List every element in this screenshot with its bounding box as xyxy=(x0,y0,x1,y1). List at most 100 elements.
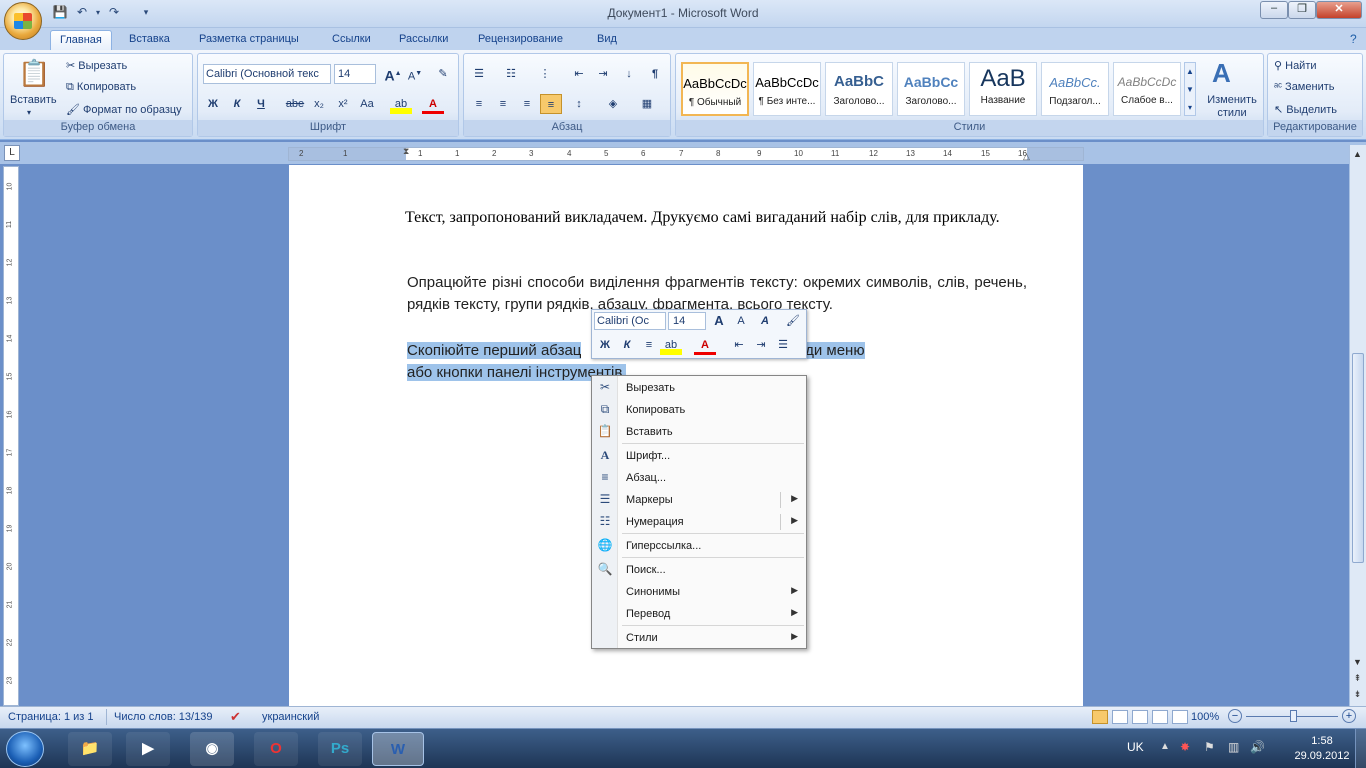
explorer-icon[interactable]: 📁 xyxy=(68,732,112,766)
decrease-indent-icon[interactable]: ⇤ xyxy=(568,64,590,84)
language-indicator[interactable]: украинский xyxy=(262,711,319,723)
mini-increase-indent-icon[interactable]: ⇥ xyxy=(750,335,772,355)
paste-button[interactable]: Вставить xyxy=(10,94,57,106)
font-name-select[interactable]: Calibri (Основной текс xyxy=(203,64,331,84)
mini-shrink-font-icon[interactable]: A xyxy=(730,311,752,331)
mini-decrease-indent-icon[interactable]: ⇤ xyxy=(728,335,750,355)
find-button[interactable]: ⚲ Найти xyxy=(1274,59,1317,72)
start-button[interactable] xyxy=(6,731,44,767)
style-normal[interactable]: AaBbCcDc ¶ Обычный xyxy=(681,62,749,116)
mini-styles-icon[interactable]: A xyxy=(754,311,776,331)
tab-home[interactable]: Главная xyxy=(50,30,112,50)
network-icon[interactable]: ▥ xyxy=(1228,740,1239,754)
change-case-button[interactable]: Aa xyxy=(356,94,378,114)
volume-icon[interactable]: 🔊 xyxy=(1250,740,1265,754)
scroll-down-icon[interactable]: ▼ xyxy=(1351,657,1364,667)
styles-scroll[interactable]: ▲ ▼ ▾ xyxy=(1184,62,1196,116)
proofing-icon[interactable]: ✔ xyxy=(230,709,241,725)
mini-format-painter-icon[interactable]: 🖌 xyxy=(782,311,804,331)
style-title[interactable]: AaB Название xyxy=(969,62,1037,116)
format-painter-button[interactable]: 🖌 Формат по образцу xyxy=(66,103,182,116)
word-taskbar-icon[interactable]: W xyxy=(372,732,424,766)
copy-button[interactable]: ⧉ Копировать xyxy=(66,81,136,94)
vertical-ruler[interactable]: 10 11 12 13 14 15 16 17 18 19 20 21 22 23 xyxy=(3,166,19,706)
maximize-button[interactable]: ❐ xyxy=(1288,1,1316,19)
mini-bold-button[interactable]: Ж xyxy=(594,335,616,355)
multilevel-list-icon[interactable]: ⋮ xyxy=(534,64,556,84)
paragraph-1[interactable]: Текст, запропонований викладачем. Друкує… xyxy=(383,205,1023,231)
zoom-slider-thumb[interactable] xyxy=(1290,710,1297,722)
web-layout-view-icon[interactable] xyxy=(1132,710,1148,724)
change-styles-button[interactable]: Изменить стили xyxy=(1204,94,1260,120)
style-heading-1[interactable]: AaBbC Заголово... xyxy=(825,62,893,116)
undo-icon[interactable]: ↶ xyxy=(74,5,90,21)
borders-icon[interactable]: ▦ xyxy=(636,94,658,114)
zoom-out-icon[interactable]: − xyxy=(1228,709,1242,723)
word-count[interactable]: Число слов: 13/139 xyxy=(114,711,212,723)
italic-button[interactable]: К xyxy=(226,94,248,114)
bullets-icon[interactable]: ☰ xyxy=(468,64,490,84)
align-left-icon[interactable]: ≡ xyxy=(468,94,490,114)
photoshop-icon[interactable]: Ps xyxy=(318,732,362,766)
change-styles-icon[interactable]: A xyxy=(1212,58,1231,89)
clear-format-icon[interactable]: ✎ xyxy=(432,64,454,84)
mini-font-color-icon[interactable]: A xyxy=(694,335,716,355)
redo-icon[interactable]: ↷ xyxy=(106,5,122,21)
mini-font-size-select[interactable]: 14 xyxy=(668,312,706,330)
tray-flag-icon[interactable]: ⚑ xyxy=(1204,740,1215,754)
paste-dropdown-icon[interactable]: ▾ xyxy=(27,108,31,117)
menu-item-hyperlink[interactable]: 🌐 Гиперссылка... xyxy=(592,535,806,557)
mini-bullets-icon[interactable]: ☰ xyxy=(772,335,794,355)
tab-review[interactable]: Рецензирование xyxy=(469,30,572,50)
opera-icon[interactable]: O xyxy=(254,732,298,766)
cut-button[interactable]: ✂ Вырезать xyxy=(66,59,127,72)
numbering-icon[interactable]: ☷ xyxy=(500,64,522,84)
chrome-icon[interactable]: ◉ xyxy=(190,732,234,766)
shrink-font-button[interactable]: A▼ xyxy=(404,64,426,84)
print-layout-view-icon[interactable] xyxy=(1092,710,1108,724)
show-hidden-icons-icon[interactable]: ▲ xyxy=(1160,741,1170,752)
style-heading-2[interactable]: AaBbCc Заголово... xyxy=(897,62,965,116)
help-icon[interactable]: ? xyxy=(1350,32,1357,46)
highlight-icon[interactable]: ab xyxy=(390,94,412,114)
line-spacing-icon[interactable]: ↕ xyxy=(568,94,590,114)
tab-view[interactable]: Вид xyxy=(588,30,626,50)
menu-item-copy[interactable]: ⧉ Копировать xyxy=(592,399,806,421)
clock-time[interactable]: 1:58 xyxy=(1298,735,1346,747)
clock-date[interactable]: 29.09.2012 xyxy=(1290,750,1354,762)
menu-item-styles[interactable]: Стили ▶ xyxy=(592,627,806,649)
page-count[interactable]: Страница: 1 из 1 xyxy=(8,711,94,723)
mini-center-icon[interactable]: ≡ xyxy=(638,335,660,355)
font-size-select[interactable]: 14 xyxy=(334,64,376,84)
tab-references[interactable]: Ссылки xyxy=(323,30,380,50)
next-page-icon[interactable]: ⇟ xyxy=(1351,689,1364,700)
customize-qat-icon[interactable]: ▾ xyxy=(138,7,154,23)
style-subtitle[interactable]: AaBbCc. Подзагол... xyxy=(1041,62,1109,116)
style-subtle-emphasis[interactable]: AaBbCcDc Слабое в... xyxy=(1113,62,1181,116)
office-button[interactable] xyxy=(4,2,42,40)
right-indent-marker-icon[interactable]: △ xyxy=(1023,151,1030,162)
horizontal-ruler[interactable]: 2 1 1 1 2 3 4 5 6 7 8 9 10 11 12 13 14 1… xyxy=(288,146,1084,162)
vertical-scrollbar[interactable]: ▲ ▼ ⇞ ⇟ xyxy=(1349,145,1366,706)
zoom-in-icon[interactable]: + xyxy=(1342,709,1356,723)
style-no-spacing[interactable]: AaBbCcDc ¶ Без инте... xyxy=(753,62,821,116)
prev-page-icon[interactable]: ⇞ xyxy=(1351,673,1364,684)
mini-grow-font-icon[interactable]: A xyxy=(708,311,730,331)
menu-item-paste[interactable]: 📋 Вставить xyxy=(592,421,806,443)
menu-item-synonyms[interactable]: Синонимы ▶ xyxy=(592,581,806,603)
justify-icon[interactable]: ≡ xyxy=(540,94,562,114)
subscript-button[interactable]: x₂ xyxy=(308,94,330,114)
show-desktop-button[interactable] xyxy=(1355,729,1366,768)
menu-item-translate[interactable]: Перевод ▶ xyxy=(592,603,806,625)
underline-button[interactable]: Ч xyxy=(250,94,272,114)
align-right-icon[interactable]: ≡ xyxy=(516,94,538,114)
font-color-icon[interactable]: A xyxy=(422,94,444,114)
strikethrough-button[interactable]: abe xyxy=(284,94,306,114)
close-button[interactable]: ✕ xyxy=(1316,1,1362,19)
increase-indent-icon[interactable]: ⇥ xyxy=(592,64,614,84)
indent-marker-icon[interactable]: ⧗ xyxy=(403,146,409,157)
tab-mailings[interactable]: Рассылки xyxy=(390,30,457,50)
minimize-button[interactable]: – xyxy=(1260,1,1288,19)
save-icon[interactable]: 💾 xyxy=(52,5,68,21)
replace-button[interactable]: ᵃᶜ Заменить xyxy=(1274,81,1334,93)
